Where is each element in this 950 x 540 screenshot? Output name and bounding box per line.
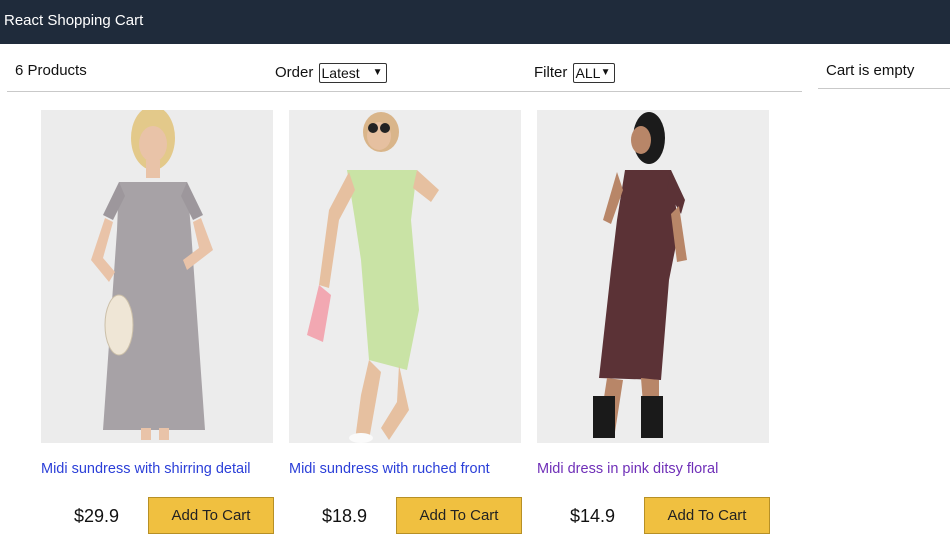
product-price: $29.9	[74, 506, 120, 526]
chevron-down-icon: ▼	[372, 67, 383, 78]
product-title-link[interactable]: Midi sundress with ruched front	[289, 461, 490, 477]
app-title[interactable]: React Shopping Cart	[4, 12, 143, 29]
filter-select-value: ALL	[575, 65, 601, 81]
product-image[interactable]	[289, 110, 521, 443]
product-image[interactable]	[537, 110, 769, 443]
product-price: $14.9	[570, 506, 616, 526]
cart-status: Cart is empty	[826, 62, 915, 79]
product-price: $18.9	[322, 506, 368, 526]
cart-panel: Cart is empty	[818, 52, 950, 89]
product-image[interactable]	[41, 110, 273, 443]
product-title-link[interactable]: Midi dress in pink ditsy floral	[537, 461, 718, 477]
size-filter-select[interactable]: ALL ▼	[572, 63, 615, 83]
product-count: 6 Products	[15, 62, 87, 79]
add-to-cart-button[interactable]: Add To Cart	[148, 497, 274, 534]
filter-bar: 6 Products Order Latest ▼ Filter ALL ▼	[7, 52, 802, 92]
app-header: React Shopping Cart	[0, 0, 950, 44]
filter-control: Filter ALL ▼	[534, 63, 615, 83]
product-card: Midi sundress with shirring detail $29.9…	[41, 110, 274, 535]
order-select-value: Latest	[321, 65, 360, 81]
product-title-link[interactable]: Midi sundress with shirring detail	[41, 461, 251, 477]
add-to-cart-button[interactable]: Add To Cart	[396, 497, 522, 534]
chevron-down-icon: ▼	[600, 67, 611, 78]
product-card: Midi dress in pink ditsy floral $14.9 Ad…	[537, 110, 770, 535]
order-select[interactable]: Latest ▼	[318, 63, 387, 83]
order-label: Order	[275, 63, 314, 81]
add-to-cart-button[interactable]: Add To Cart	[644, 497, 770, 534]
order-control: Order Latest ▼	[275, 63, 387, 83]
filter-label: Filter	[534, 63, 568, 81]
product-card: Midi sundress with ruched front $18.9 Ad…	[289, 110, 522, 535]
